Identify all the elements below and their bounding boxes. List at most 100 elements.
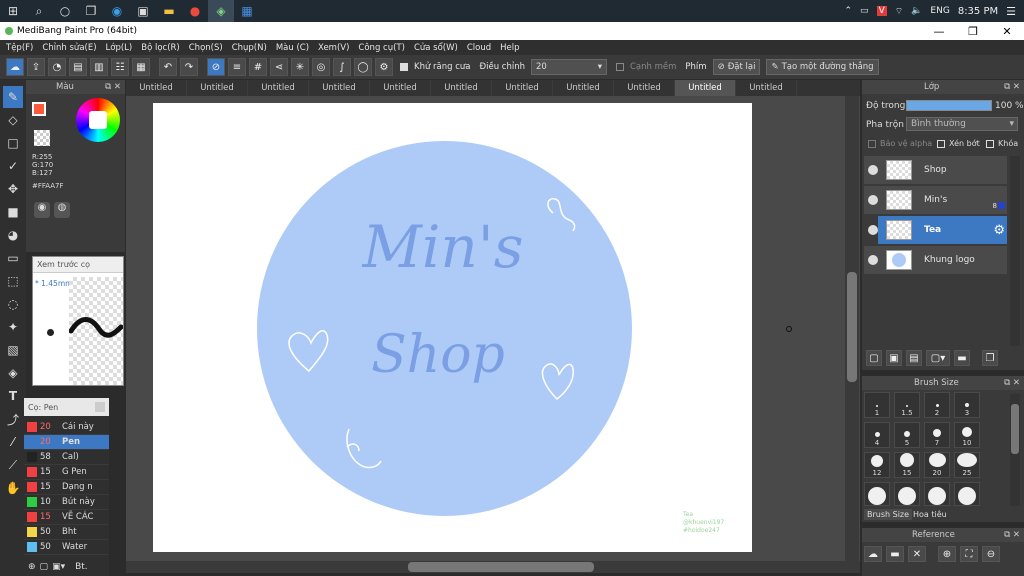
brush-list-item[interactable]: 50 Water [24, 540, 109, 555]
brush-copy-icon[interactable]: ▢ [40, 562, 49, 572]
minimize-button[interactable]: — [922, 25, 956, 38]
zoom-out-icon[interactable]: ⊖ [982, 546, 1000, 562]
menu-select[interactable]: Chọn(S) [189, 43, 223, 53]
brush-add-icon[interactable]: ⊕ [28, 562, 36, 572]
document-tab[interactable]: Untitled [431, 80, 492, 96]
brush-size-cell[interactable]: 7 [924, 422, 950, 448]
chat-icon[interactable]: ▤ [69, 58, 87, 76]
duplicate-layer-icon[interactable]: ❐ [982, 350, 998, 366]
color-wheel[interactable] [76, 98, 120, 142]
reference-open-icon[interactable]: ▬ [886, 546, 904, 562]
transparent-swatch[interactable] [34, 130, 50, 146]
brush-size-cell[interactable]: 15 [894, 452, 920, 478]
brush-size-cell[interactable] [864, 482, 890, 506]
document-icon[interactable]: ▥ [90, 58, 108, 76]
protect-alpha-checkbox[interactable] [868, 140, 876, 148]
eyedropper-tool-icon[interactable]: ⁄ [3, 431, 23, 453]
brush-list-item[interactable]: 10 Bút này [24, 495, 109, 510]
move-tool-icon[interactable]: ✥ [3, 178, 23, 200]
parallel-snap-icon[interactable]: ≡ [228, 58, 246, 76]
menu-layer[interactable]: Lớp(L) [106, 43, 133, 53]
menu-filter[interactable]: Bộ lọc(R) [141, 43, 180, 53]
document-tab[interactable]: Untitled [675, 80, 736, 96]
network-icon[interactable]: ⌔ [895, 6, 903, 17]
brush-size-cell[interactable]: 4 [864, 422, 890, 448]
redo-icon[interactable]: ↷ [180, 58, 198, 76]
folder-layer-icon[interactable]: ▬ [954, 350, 970, 366]
brush-size-cell[interactable] [924, 482, 950, 506]
reference-load-icon[interactable]: ☁ [864, 546, 882, 562]
adjust-select[interactable]: 20 ▾ [530, 59, 607, 75]
layer-row-shop[interactable]: Shop [864, 156, 1007, 184]
eye-icon[interactable] [868, 225, 878, 235]
menu-help[interactable]: Help [500, 43, 519, 53]
settings-icon[interactable]: ⚙ [375, 58, 393, 76]
panel-close-icon[interactable]: ⧉ ✕ [1004, 530, 1020, 540]
brush-size-cell[interactable]: 25 [954, 452, 980, 478]
brush-size-cell[interactable]: 12 [864, 452, 890, 478]
clock[interactable]: 8:35 PM [958, 6, 998, 17]
reset-button[interactable]: ⊘ Đặt lại [712, 59, 761, 75]
soft-edge-checkbox[interactable] [615, 63, 624, 71]
brush-size-scrollbar[interactable] [1010, 394, 1020, 506]
layer-row-tea[interactable]: Tea ⚙ [878, 216, 1007, 244]
notifications-icon[interactable]: ☰ [1006, 5, 1016, 18]
new-8bit-layer-icon[interactable]: ▤ [906, 350, 922, 366]
vertical-scrollbar[interactable] [845, 96, 859, 564]
document-tab[interactable]: Untitled [614, 80, 675, 96]
maximize-button[interactable]: ❐ [956, 25, 990, 38]
clip-checkbox[interactable] [937, 140, 945, 148]
select-eraser-tool-icon[interactable]: ◈ [3, 362, 23, 384]
primary-color-swatch[interactable] [32, 102, 46, 116]
document-tab[interactable]: Untitled [187, 80, 248, 96]
new-halftone-layer-icon[interactable]: ▣ [886, 350, 902, 366]
layer-settings-icon[interactable]: ⚙ [993, 223, 1005, 238]
chevron-up-icon[interactable]: ⌃ [845, 6, 853, 16]
brush-tool-icon[interactable]: ✎ [3, 86, 23, 108]
new-layer-icon[interactable]: ▢ [866, 350, 882, 366]
horizontal-scroll-thumb[interactable] [408, 562, 594, 572]
folder-icon[interactable]: ▬ [156, 0, 182, 22]
document-tab[interactable]: Untitled [492, 80, 553, 96]
dot-tool-icon[interactable]: ✓ [3, 155, 23, 177]
brush-size-cell[interactable]: 10 [954, 422, 980, 448]
eye-icon[interactable] [868, 195, 878, 205]
edge-icon[interactable]: ◉ [104, 0, 130, 22]
search-icon[interactable]: ⌕ [26, 0, 52, 22]
palette-add-icon[interactable]: ◍ [54, 202, 70, 218]
document-tab[interactable]: Untitled [370, 80, 431, 96]
cortana-icon[interactable]: ○ [52, 0, 78, 22]
document-tab[interactable]: Untitled [553, 80, 614, 96]
vertical-scroll-thumb[interactable] [847, 272, 857, 382]
menu-file[interactable]: Tệp(F) [6, 43, 33, 53]
fill-rect-tool-icon[interactable]: ■ [3, 201, 23, 223]
brush-size-cell[interactable]: 3 [954, 392, 980, 418]
document-tab[interactable]: Untitled [309, 80, 370, 96]
start-icon[interactable]: ⊞ [0, 0, 26, 22]
brush-list-item[interactable]: 58 Cal) [24, 450, 109, 465]
fit-icon[interactable]: ⛶ [960, 546, 978, 562]
add-layer-menu-icon[interactable]: ▢▾ [926, 350, 950, 366]
brush-size-cell[interactable] [954, 482, 980, 506]
menu-snap[interactable]: Chụp(N) [232, 43, 267, 53]
photos-icon[interactable]: ▦ [234, 0, 260, 22]
ellipse-snap-icon[interactable]: ◯ [354, 58, 372, 76]
perspective-snap-icon[interactable]: ⋖ [270, 58, 288, 76]
zoom-in-icon[interactable]: ⊕ [938, 546, 956, 562]
palette-icon[interactable]: ◉ [34, 202, 50, 218]
opacity-slider[interactable] [906, 100, 992, 111]
brush-size-cell[interactable]: 2 [924, 392, 950, 418]
brush-list-item[interactable]: 15 VẼ CÁC [24, 510, 109, 525]
grid-snap-icon[interactable]: # [249, 58, 267, 76]
language-indicator[interactable]: ENG [930, 6, 949, 16]
select-tool-icon[interactable]: ⬚ [3, 270, 23, 292]
brush-size-cell[interactable] [894, 482, 920, 506]
brush-list-item[interactable]: 20 Pen [24, 435, 109, 450]
radial-snap-icon[interactable]: ✳ [291, 58, 309, 76]
canvas-paper[interactable]: Min's Shop Tea @khuenvi197 #hoidoe247 [153, 103, 752, 552]
menu-tools[interactable]: Công cụ(T) [358, 43, 405, 53]
hand-tool-icon[interactable]: ✋ [3, 477, 23, 499]
divide-tool-icon[interactable]: ⟋ [3, 454, 23, 476]
cloud-icon[interactable]: ☁ [6, 58, 24, 76]
blend-select[interactable]: Bình thường ▾ [906, 117, 1018, 131]
